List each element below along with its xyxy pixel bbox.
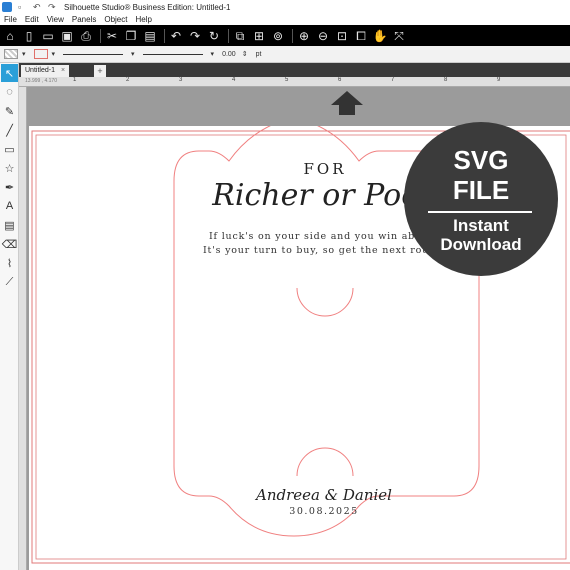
window-title: Silhouette Studio® Business Edition: Unt… <box>64 2 231 12</box>
tab-label: Untitled-1 <box>25 67 55 74</box>
menu-object[interactable]: Object <box>104 15 127 24</box>
stroke-unit: pt <box>255 50 262 58</box>
undo-icon[interactable]: ↶ <box>168 28 184 44</box>
ruler-number: 8 <box>444 77 448 83</box>
quick-redo-icon[interactable]: ↷ <box>48 2 57 12</box>
ruler-number: 7 <box>391 77 395 83</box>
main-toolbar: ⌂ ▯ ▭ ▣ ⎙ ✂ ❐ ▤ ↶ ↷ ↻ ⧉ ⊞ ⊚ ⊕ ⊖ ⊡ ⧠ ✋ ⤧ <box>0 25 570 46</box>
menu-edit[interactable]: Edit <box>25 15 39 24</box>
open-icon[interactable]: ▭ <box>40 28 56 44</box>
stroke-stepper-icon[interactable]: ⇕ <box>242 50 248 58</box>
polygon-tool-icon[interactable]: ☆ <box>1 159 18 177</box>
menu-view[interactable]: View <box>47 15 64 24</box>
select-tool-icon[interactable]: ↖ <box>1 64 18 82</box>
menu-help[interactable]: Help <box>135 15 151 24</box>
new-icon[interactable]: ▯ <box>21 28 37 44</box>
pen-tool-icon[interactable]: ✒ <box>1 178 18 196</box>
fit-page-icon[interactable]: ⤧ <box>391 28 407 44</box>
zoom-in-icon[interactable]: ⊕ <box>296 28 312 44</box>
ruler-number: 6 <box>338 77 342 83</box>
design-date: 30.08.2025 <box>289 506 359 517</box>
document-tab-bar: Untitled-1 × + <box>19 63 570 77</box>
ruler-number: 4 <box>232 77 236 83</box>
zoom-fit-icon[interactable]: ⊡ <box>334 28 350 44</box>
line-tool-icon[interactable]: ╱ <box>1 121 18 139</box>
knife-tool-icon[interactable]: ⌇ <box>1 254 18 272</box>
toolbar-divider <box>228 28 229 43</box>
home-icon[interactable]: ⌂ <box>2 28 18 44</box>
select-all-icon[interactable]: ⧠ <box>353 28 369 44</box>
ruler-number: 2 <box>126 77 130 83</box>
zoom-out-icon[interactable]: ⊖ <box>315 28 331 44</box>
group-icon[interactable]: ⧉ <box>232 28 248 44</box>
top-slot[interactable] <box>296 287 354 317</box>
tab-untitled-1[interactable]: Untitled-1 × <box>21 65 70 77</box>
ruler-coordinates: 13.999 , 4.170 <box>25 78 57 84</box>
ungroup-icon[interactable]: ⊞ <box>251 28 267 44</box>
line-color-swatch[interactable] <box>33 49 48 59</box>
svg-file-badge: SVG FILE Instant Download <box>404 122 558 276</box>
redraw-icon[interactable]: ↻ <box>206 28 222 44</box>
paste-icon[interactable]: ▤ <box>142 28 158 44</box>
left-toolbar: ↖ ◌ ✎ ╱ ▭ ☆ ✒ A ▤ ⌫ ⌇ ⟋ <box>0 63 19 570</box>
ruler-number: 3 <box>179 77 183 83</box>
line-width-dropdown-icon[interactable]: ▾ <box>211 50 215 58</box>
toolbar-divider <box>100 28 101 43</box>
menu-bar: File Edit View Panels Object Help <box>0 14 570 25</box>
notes-tool-icon[interactable]: ▤ <box>1 216 18 234</box>
toolbar-divider <box>292 28 293 43</box>
badge-divider <box>428 211 532 213</box>
fill-dropdown-icon[interactable]: ▾ <box>22 50 26 58</box>
design-names: Andreea & Daniel <box>256 486 392 504</box>
line-width-selector[interactable] <box>142 53 203 55</box>
line-color-dropdown-icon[interactable]: ▾ <box>52 50 56 58</box>
point-edit-icon[interactable]: ✎ <box>1 102 18 120</box>
bottom-slot[interactable] <box>296 447 354 477</box>
quick-save-icon[interactable]: ▫ <box>18 2 27 12</box>
cut-icon[interactable]: ✂ <box>104 28 120 44</box>
ruler-number: 5 <box>285 77 289 83</box>
menu-panels[interactable]: Panels <box>72 15 96 24</box>
redo-icon[interactable]: ↷ <box>187 28 203 44</box>
pan-icon[interactable]: ✋ <box>372 28 388 44</box>
eyedropper-tool-icon[interactable]: ⟋ <box>1 273 18 291</box>
title-bar: ▫ ↶ ↷ Silhouette Studio® Business Editio… <box>0 0 570 14</box>
toolbar-divider <box>164 28 165 43</box>
menu-file[interactable]: File <box>4 15 17 24</box>
design-title-top: FOR <box>303 160 347 178</box>
lasso-tool-icon[interactable]: ◌ <box>1 83 18 101</box>
print-icon[interactable]: ⎙ <box>78 28 94 44</box>
text-tool-icon[interactable]: A <box>1 197 18 215</box>
copy-icon[interactable]: ❐ <box>123 28 139 44</box>
new-tab-button[interactable]: + <box>94 65 106 77</box>
horizontal-ruler: 13.999 , 4.170 1 2 3 4 5 6 7 8 9 <box>19 77 570 87</box>
feed-arrow-icon <box>331 91 363 115</box>
badge-line-1: SVG <box>453 145 509 175</box>
ruler-number: 9 <box>497 77 501 83</box>
save-icon[interactable]: ▣ <box>59 28 75 44</box>
eraser-tool-icon[interactable]: ⌫ <box>1 235 18 253</box>
quick-undo-icon[interactable]: ↶ <box>33 2 42 12</box>
vertical-ruler <box>19 87 27 570</box>
line-style-dropdown-icon[interactable]: ▾ <box>131 50 135 58</box>
badge-line-4: Download <box>440 235 522 254</box>
badge-line-2: FILE <box>452 175 510 205</box>
app-icon <box>2 2 12 12</box>
fill-swatch[interactable] <box>4 49 18 59</box>
badge-line-3: Instant <box>453 216 509 235</box>
tab-close-icon[interactable]: × <box>61 65 65 77</box>
line-style-selector[interactable] <box>63 53 124 55</box>
ruler-number: 1 <box>73 77 77 83</box>
rectangle-tool-icon[interactable]: ▭ <box>1 140 18 158</box>
release-icon[interactable]: ⊚ <box>270 28 286 44</box>
stroke-width-value[interactable]: 0.00 <box>222 51 236 58</box>
property-bar: ▾ ▾ ▾ ▾ 0.00 ⇕ pt <box>0 46 570 63</box>
